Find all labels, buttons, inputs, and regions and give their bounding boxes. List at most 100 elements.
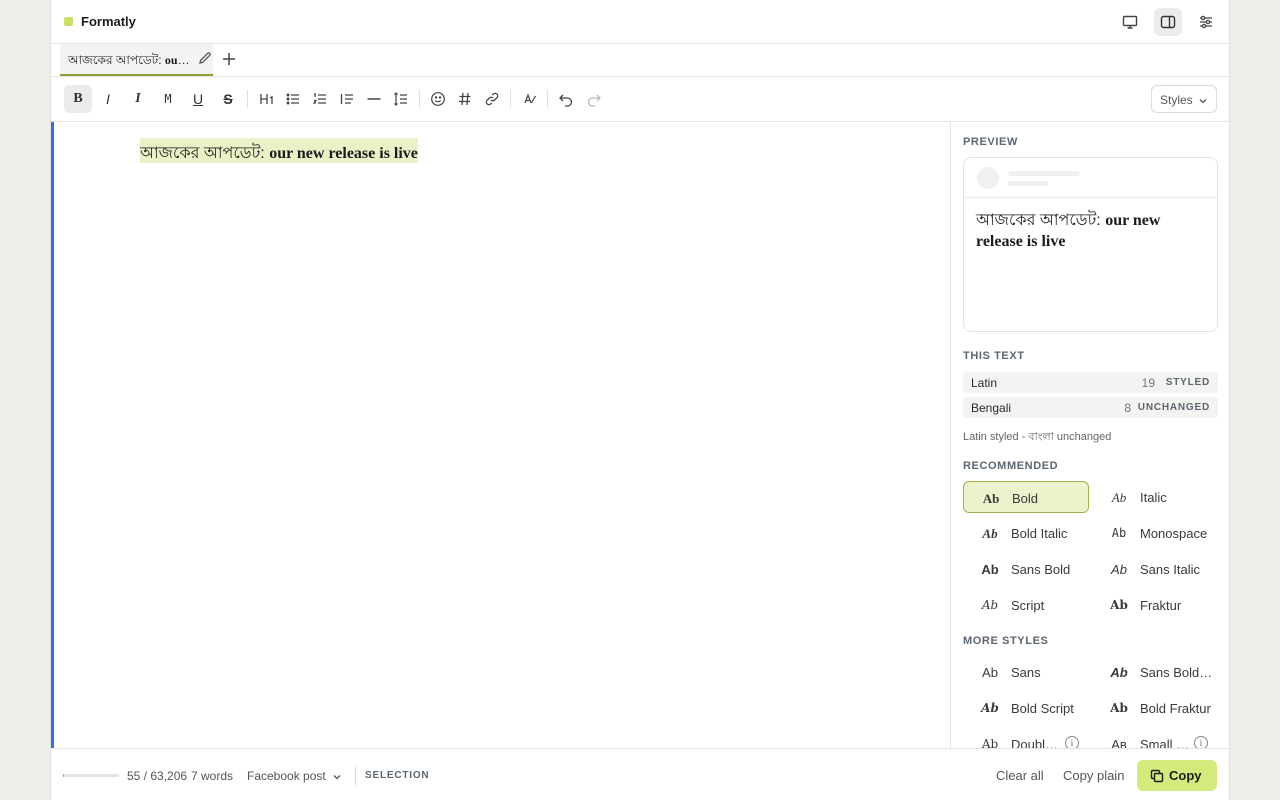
tab-label-plain: আজকের আপডেট: <box>68 53 165 67</box>
style-sample: Ab <box>981 737 999 748</box>
italic-button[interactable]: I <box>94 85 122 113</box>
info-icon[interactable]: i <box>1194 736 1208 748</box>
preview-post-header <box>964 158 1217 198</box>
copy-button[interactable]: Copy <box>1137 760 1217 791</box>
copy-plain-button[interactable]: Copy plain <box>1063 768 1124 783</box>
style-bold-button[interactable]: Ab Bold <box>963 481 1089 513</box>
style-bold-script-button[interactable]: Ab Bold Script <box>963 692 1089 724</box>
undo-icon <box>559 94 573 107</box>
preview-text: আজকের আপডেট: our new release is live <box>976 210 1208 252</box>
style-sans-italic-button[interactable]: Ab Sans Italic <box>1092 553 1218 585</box>
style-name: Sans <box>1011 665 1041 680</box>
sliders-icon[interactable] <box>1192 8 1220 36</box>
plus-icon[interactable] <box>221 51 237 72</box>
style-small-caps-button[interactable]: Aʙ Small … i <box>1092 728 1218 748</box>
strikethrough-button[interactable]: S <box>214 85 242 113</box>
tab-label-styled: our new release is live <box>164 53 192 67</box>
editor-selected-text[interactable]: আজকের আপডেট: our new release is live <box>140 138 418 163</box>
style-sans-button[interactable]: Ab Sans <box>963 656 1089 688</box>
stat-row-latin: Latin 19 STYLED <box>963 372 1218 393</box>
document-tab-bar: আজকের আপডেট: our new release is live <box>51 44 1229 77</box>
stat-count: 8 <box>1124 401 1131 415</box>
monitor-icon[interactable] <box>1116 8 1144 36</box>
clear-all-button[interactable]: Clear all <box>996 768 1044 783</box>
app-window: Formatly আজকের আপডেট: our new release is… <box>50 0 1230 800</box>
style-sample: Ab <box>1111 562 1127 577</box>
emoji-button[interactable] <box>424 85 452 113</box>
line-spacing-icon <box>394 92 407 106</box>
style-sample: Aʙ <box>1111 737 1127 748</box>
redo-icon <box>587 94 601 107</box>
style-name: Monospace <box>1140 526 1208 541</box>
preview-heading: PREVIEW <box>963 136 1018 148</box>
script-note: Latin styled - বাংলা unchanged <box>963 431 1112 443</box>
style-sidebar: PREVIEW আজকের আপডেট: our new release is … <box>950 122 1229 748</box>
stat-row-bengali: Bengali 8 UNCHANGED <box>963 397 1218 418</box>
hashtag-button[interactable] <box>451 85 479 113</box>
link-button[interactable] <box>478 85 506 113</box>
platform-selector[interactable]: Facebook post <box>247 769 342 783</box>
style-double-struck-button[interactable]: Ab Doubl… i <box>963 728 1089 748</box>
stat-count: 19 <box>1141 376 1155 390</box>
numbered-list-button[interactable] <box>306 85 334 113</box>
style-sans-bold-button[interactable]: Ab Sans Bold <box>963 553 1089 585</box>
bold-button[interactable]: B <box>64 85 92 113</box>
style-sample: Ab <box>982 665 998 680</box>
style-script-button[interactable]: Ab Script <box>963 589 1089 621</box>
heading-button[interactable] <box>253 85 281 113</box>
formatting-toolbar: B I I M U S Styles <box>51 77 1229 122</box>
document-tab[interactable]: আজকের আপডেট: our new release is live <box>60 44 213 76</box>
preview-name-placeholder <box>1008 171 1080 176</box>
toolbar-divider <box>247 90 248 108</box>
pencil-icon[interactable] <box>198 51 212 70</box>
style-sample: Ab <box>981 701 999 715</box>
app-title: Formatly <box>81 14 136 29</box>
more-styles-heading: MORE STYLES <box>963 635 1049 647</box>
style-italic-button[interactable]: Ab Italic <box>1092 481 1218 513</box>
word-count: 7 words <box>191 769 234 783</box>
chevron-down-icon <box>333 774 341 780</box>
toolbar-divider <box>510 90 511 108</box>
line-spacing-button[interactable] <box>387 85 415 113</box>
toolbar-divider <box>547 90 548 108</box>
undo-button[interactable] <box>552 85 580 113</box>
bulleted-list-icon <box>286 93 299 105</box>
italic-serif-icon: I <box>135 91 141 106</box>
chevron-down-icon <box>1199 99 1207 104</box>
editor-text-styled: our new release is live <box>269 145 418 162</box>
hashtag-icon <box>459 92 471 106</box>
quote-button[interactable] <box>333 85 361 113</box>
style-sample: Ab <box>1111 490 1127 505</box>
underline-button[interactable]: U <box>184 85 212 113</box>
copy-icon <box>1150 769 1164 783</box>
style-name: Bold <box>1012 491 1039 506</box>
style-sample: Ab <box>1111 526 1127 540</box>
info-icon[interactable]: i <box>1065 736 1079 748</box>
style-sample: Ab <box>1110 701 1128 715</box>
editor-text-plain: আজকের আপডেট: <box>140 145 270 162</box>
italic-serif-button[interactable]: I <box>124 85 152 113</box>
style-sample: Ab <box>981 598 999 612</box>
text-editor[interactable]: আজকের আপডেট: our new release is live <box>51 122 950 748</box>
style-name: Italic <box>1140 490 1167 505</box>
styles-dropdown[interactable]: Styles <box>1151 85 1217 113</box>
monospace-icon: M <box>164 92 172 106</box>
style-monospace-button[interactable]: Ab Monospace <box>1092 517 1218 549</box>
underline-icon: U <box>192 91 204 107</box>
preview-meta-placeholder <box>1008 181 1048 186</box>
character-limit-progress <box>63 774 119 777</box>
monospace-button[interactable]: M <box>154 85 182 113</box>
horizontal-rule-icon <box>367 98 381 100</box>
top-bar: Formatly <box>51 0 1229 44</box>
heading-icon <box>260 94 273 104</box>
split-panel-icon[interactable] <box>1154 8 1182 36</box>
redo-button[interactable] <box>580 85 608 113</box>
style-sans-bold-italic-button[interactable]: Ab Sans Bold… <box>1092 656 1218 688</box>
clear-format-button[interactable] <box>516 85 544 113</box>
style-fraktur-button[interactable]: Ab Fraktur <box>1092 589 1218 621</box>
divider-button[interactable] <box>360 85 388 113</box>
style-name: Bold Fraktur <box>1140 701 1211 716</box>
style-bold-italic-button[interactable]: Ab Bold Italic <box>963 517 1089 549</box>
style-bold-fraktur-button[interactable]: Ab Bold Fraktur <box>1092 692 1218 724</box>
bulleted-list-button[interactable] <box>279 85 307 113</box>
